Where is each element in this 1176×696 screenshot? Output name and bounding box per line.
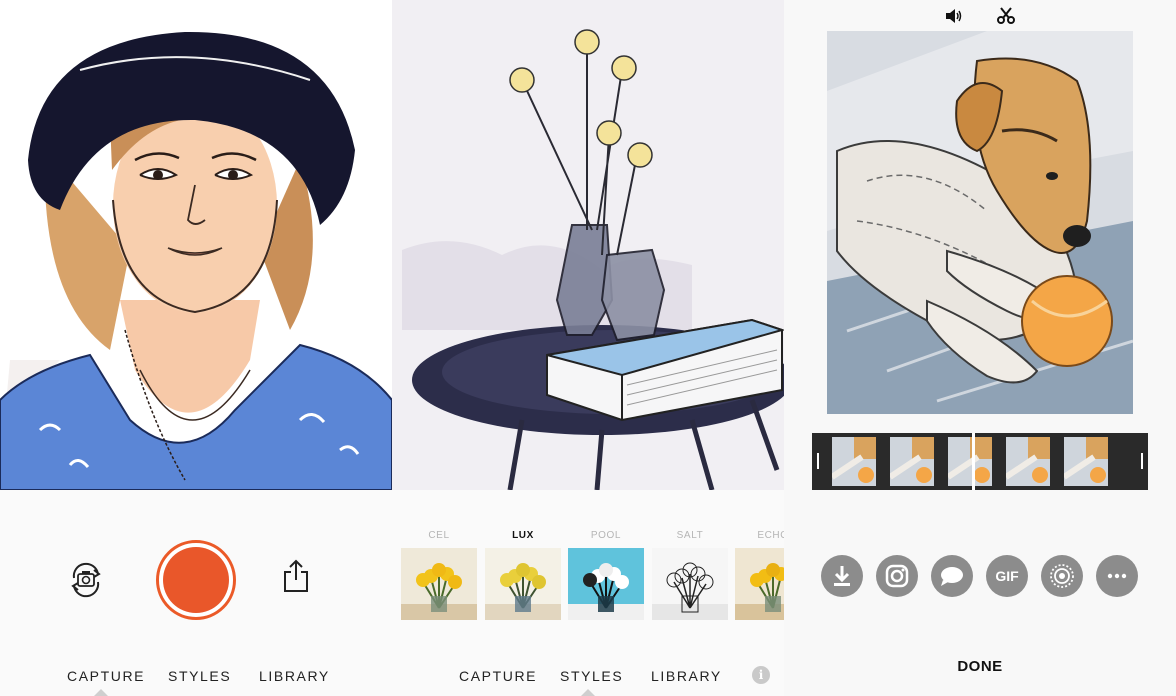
bottom-nav: CAPTURE STYLES LIBRARY xyxy=(0,654,392,696)
filter-salt[interactable]: SALT xyxy=(652,528,728,620)
capture-screen: CAPTURE STYLES LIBRARY xyxy=(0,0,392,696)
filter-strip: CEL LUX POOL SALT ECH xyxy=(392,528,784,624)
filter-label: POOL xyxy=(590,530,622,541)
shutter-button[interactable] xyxy=(156,540,236,620)
tab-library[interactable]: LIBRARY xyxy=(651,668,722,684)
share-icon[interactable] xyxy=(282,558,310,594)
active-tab-indicator xyxy=(94,689,108,696)
shutter-inner xyxy=(163,547,229,613)
download-icon[interactable] xyxy=(821,555,863,597)
share-screen: GIF DONE xyxy=(784,0,1176,696)
filter-cel[interactable]: CEL xyxy=(401,528,477,620)
share-actions: GIF xyxy=(784,555,1176,601)
live-photo-icon[interactable] xyxy=(1041,555,1083,597)
playhead[interactable] xyxy=(972,433,975,490)
trim-scrubber[interactable] xyxy=(812,433,1148,490)
portrait-illustration xyxy=(0,0,392,490)
vase-illustration xyxy=(392,0,784,490)
timeline-frame xyxy=(1006,437,1050,486)
styled-preview xyxy=(392,0,784,490)
trim-handle-left[interactable] xyxy=(817,453,819,469)
scissors-icon[interactable] xyxy=(996,6,1016,26)
filter-label: LUX xyxy=(512,530,534,541)
active-tab-indicator xyxy=(581,689,595,696)
tab-library[interactable]: LIBRARY xyxy=(259,668,330,684)
filter-label: ECHO xyxy=(757,530,784,541)
filter-thumbnail xyxy=(568,548,644,620)
styles-screen: CEL LUX POOL SALT ECH CAPTURE STYLES LIB… xyxy=(392,0,784,696)
filter-pool[interactable]: POOL xyxy=(568,528,644,620)
timeline-frame xyxy=(948,437,992,486)
more-icon[interactable] xyxy=(1096,555,1138,597)
info-icon[interactable]: i xyxy=(752,666,770,684)
tab-capture[interactable]: CAPTURE xyxy=(67,668,145,684)
gif-button[interactable]: GIF xyxy=(986,555,1028,597)
filter-echo[interactable]: ECHO xyxy=(735,528,784,620)
tab-capture[interactable]: CAPTURE xyxy=(459,668,537,684)
filter-lux[interactable]: LUX xyxy=(485,528,561,620)
filter-thumbnail xyxy=(401,548,477,620)
timeline-frame xyxy=(890,437,934,486)
timeline-frame xyxy=(1064,437,1108,486)
bottom-nav: CAPTURE STYLES LIBRARY i xyxy=(392,654,784,696)
flip-camera-icon[interactable] xyxy=(64,558,108,602)
done-button[interactable]: DONE xyxy=(784,658,1176,675)
filter-thumbnail xyxy=(485,548,561,620)
tab-styles[interactable]: STYLES xyxy=(168,668,231,684)
filter-thumbnail xyxy=(735,548,784,620)
dog-illustration xyxy=(827,31,1133,414)
filter-thumbnail xyxy=(652,548,728,620)
timeline-frame xyxy=(832,437,876,486)
trim-handle-right[interactable] xyxy=(1141,453,1143,469)
filter-label: CEL xyxy=(428,530,450,541)
tab-styles[interactable]: STYLES xyxy=(560,668,623,684)
filter-label: SALT xyxy=(676,530,704,541)
message-icon[interactable] xyxy=(931,555,973,597)
camera-preview xyxy=(0,0,392,490)
instagram-icon[interactable] xyxy=(876,555,918,597)
speaker-icon[interactable] xyxy=(944,6,964,26)
